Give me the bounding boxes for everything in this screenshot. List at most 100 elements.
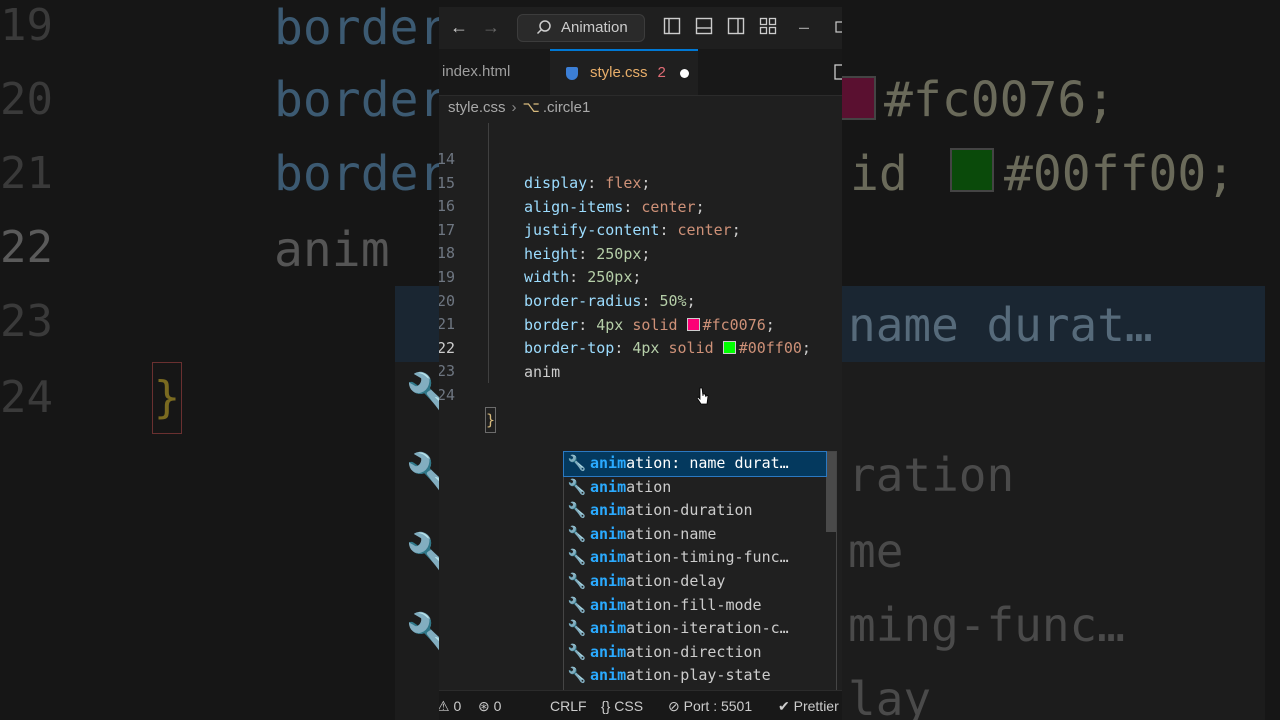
suggestion-item[interactable]: 🔧 animation-duration <box>564 499 826 523</box>
suggestion-item[interactable]: 🔧 animation-play-state <box>564 664 826 688</box>
suggestion-label-rest: ation-delay <box>626 572 726 590</box>
suggest-widget: 🔧 animation: name durat… 🔧 animation 🔧 animat… <box>563 451 837 720</box>
suggest-scrollbar[interactable] <box>826 452 836 532</box>
bg-brace: } <box>152 362 182 434</box>
prettier-status[interactable]: ✔ Prettier <box>778 691 839 720</box>
forward-arrow-icon[interactable]: → <box>482 17 500 37</box>
unsaved-dot-icon[interactable] <box>679 68 689 78</box>
match-highlight: anim <box>590 501 627 520</box>
code-line-current: 22 anim <box>439 312 560 381</box>
css-value: flex <box>605 174 642 192</box>
minimize-icon[interactable]: – <box>799 17 809 37</box>
tab-style-css[interactable]: style.css 2 <box>550 49 698 95</box>
split-editor-icon[interactable] <box>834 64 842 85</box>
code-line: 19 border-radius: 50%; <box>439 241 696 310</box>
suggestion-item[interactable]: 🔧 animation-timing-func… <box>564 546 826 570</box>
suggestion-item[interactable]: 🔧 animation-name <box>564 523 826 547</box>
ports-status[interactable]: ⊛ 0 <box>478 691 501 720</box>
braces-icon: {} <box>601 698 611 714</box>
bg-code: anim <box>274 222 390 278</box>
css-file-icon <box>566 66 578 80</box>
toggle-secondary-sidebar-icon[interactable] <box>727 17 745 39</box>
color-swatch[interactable] <box>722 341 736 355</box>
toggle-primary-sidebar-icon[interactable] <box>663 17 681 39</box>
breadcrumb-file[interactable]: style.css <box>448 99 506 116</box>
check-icon: ✔ <box>778 698 790 714</box>
bg-line-number: 20 <box>0 74 53 125</box>
wrench-icon: 🔧 <box>567 548 587 567</box>
wrench-icon: 🔧 <box>567 454 587 472</box>
bg-line-number: 21 <box>0 148 53 199</box>
problems-count-badge: 2 <box>657 64 666 81</box>
css-value: center <box>677 221 732 240</box>
tab-label: index.html <box>442 63 511 80</box>
match-highlight: anim <box>590 454 627 472</box>
match-highlight: anim <box>590 548 627 567</box>
suggestion-label-rest: ation-direction <box>626 642 762 661</box>
bg-line-number: 23 <box>0 296 53 347</box>
code-line: 14 display: flex; <box>439 123 650 192</box>
problems-status[interactable]: ⚠ 0 <box>439 691 461 720</box>
search-icon <box>536 15 552 50</box>
match-highlight: anim <box>590 666 627 685</box>
suggestion-item[interactable]: 🔧 animation-delay <box>564 570 826 594</box>
suggestion-item[interactable]: 🔧 animation-fill-mode <box>564 594 826 618</box>
code-line: 18 width: 250px; <box>439 217 641 286</box>
suggestion-label-rest: ation-play-state <box>626 666 771 685</box>
code-line: 20 border: 4px solid #fc0076; <box>439 265 775 334</box>
wrench-icon: 🔧 <box>567 501 587 520</box>
code-line: 17 height: 250px; <box>439 194 650 263</box>
suggestion-label-rest: ation: name durat… <box>626 454 789 472</box>
css-property: height <box>524 244 579 263</box>
suggestion-item[interactable]: 🔧 animation-iteration-c… <box>564 617 826 641</box>
color-swatch[interactable] <box>686 317 700 331</box>
code-editor[interactable]: 14 display: flex; 15 align-items: center… <box>439 123 842 720</box>
css-value: solid <box>632 315 678 334</box>
wrench-icon: 🔧 <box>567 666 587 685</box>
wrench-icon: 🔧 <box>567 642 587 661</box>
match-highlight: anim <box>590 477 627 496</box>
bg-suggestion: lay <box>848 672 932 720</box>
css-property: border-radius <box>524 292 642 310</box>
closing-brace: } <box>485 407 497 433</box>
suggestion-item[interactable]: 🔧 animation-direction <box>564 641 826 665</box>
tab-index-html[interactable]: index.html <box>439 49 549 95</box>
status-bar: ⚠ 0 ⊛ 0 CRLF {} CSS ⊘ Port : 5501 ✔ Pret… <box>439 690 842 720</box>
match-highlight: anim <box>590 642 627 661</box>
bg-line-number: 24 <box>0 372 53 423</box>
maximize-icon[interactable] <box>835 17 842 39</box>
wrench-icon: 🔧 <box>567 477 587 496</box>
back-arrow-icon[interactable]: ← <box>450 17 468 37</box>
bg-code: border <box>274 72 448 128</box>
css-value: center <box>641 197 696 216</box>
language-status[interactable]: {} CSS <box>601 691 643 720</box>
suggestion-item[interactable]: 🔧 animation <box>564 476 826 500</box>
command-center-search[interactable]: Animation <box>517 14 645 42</box>
warning-icon: ⚠ <box>439 698 450 714</box>
bg-value: id <box>850 146 908 202</box>
eol-status[interactable]: CRLF <box>550 691 587 720</box>
typed-text: anim <box>524 362 561 381</box>
css-property: display <box>524 174 588 192</box>
customize-layout-icon[interactable] <box>759 17 777 39</box>
wrench-icon: 🔧 <box>567 619 587 638</box>
match-highlight: anim <box>590 595 627 614</box>
vscode-window: ← → Animation – index.html style.css 2 s… <box>439 7 842 720</box>
css-value: 4px <box>596 315 624 334</box>
css-property: border <box>524 315 579 334</box>
match-highlight: anim <box>590 524 627 543</box>
no-entry-icon: ⊘ <box>668 698 680 714</box>
match-highlight: anim <box>590 619 627 638</box>
bg-suggestion: ration <box>848 448 1015 502</box>
css-property: justify-content <box>524 221 660 240</box>
bg-suggestion: name durat… <box>848 298 1153 352</box>
live-server-status[interactable]: ⊘ Port : 5501 <box>668 691 752 720</box>
css-value: 250px <box>596 244 642 263</box>
search-label: Animation <box>561 19 628 36</box>
suggestion-item[interactable]: 🔧 animation: name durat… <box>563 451 827 477</box>
css-color-value: #fc0076 <box>702 315 766 334</box>
breadcrumb-symbol[interactable]: .circle1 <box>543 99 591 116</box>
css-property: align-items <box>524 197 624 216</box>
bg-value: #fc0076; <box>884 72 1116 128</box>
toggle-panel-icon[interactable] <box>695 17 713 39</box>
